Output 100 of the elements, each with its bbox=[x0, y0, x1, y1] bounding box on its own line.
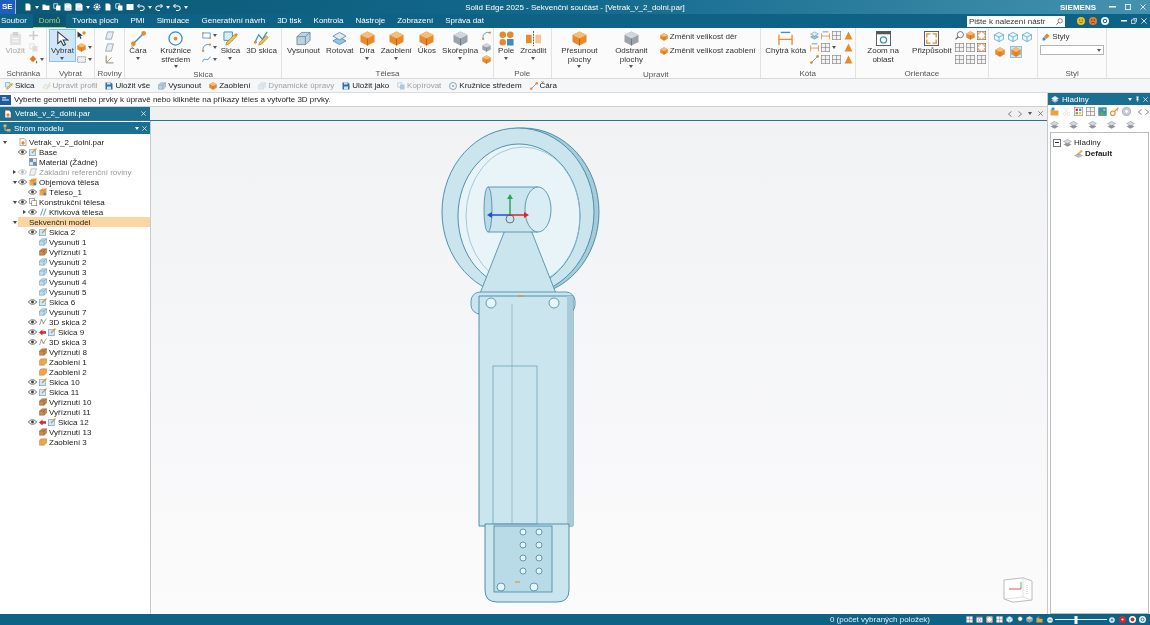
document-icon[interactable] bbox=[23, 3, 32, 11]
alert-icon[interactable] bbox=[1119, 616, 1126, 623]
restore-icon[interactable] bbox=[1131, 18, 1137, 24]
ribbon-button[interactable]: Změnit velikost zaoblení bbox=[657, 45, 758, 56]
layer-item[interactable]: Default bbox=[1085, 149, 1113, 158]
tree-item[interactable]: Vysunutí 5 bbox=[28, 287, 150, 297]
copy-icon[interactable] bbox=[114, 3, 123, 11]
ribbon-button[interactable]: Zaoblení bbox=[378, 29, 415, 62]
eye-icon[interactable] bbox=[28, 319, 37, 325]
shading-button[interactable] bbox=[1010, 46, 1023, 58]
gear-icon[interactable] bbox=[92, 3, 101, 11]
tree-item[interactable]: 3D skica 3 bbox=[28, 337, 150, 347]
tree-item[interactable]: Vyříznutí 13 bbox=[28, 427, 150, 437]
tree-item[interactable]: Vyříznutí 8 bbox=[28, 347, 150, 357]
toolbar-button[interactable]: Čára bbox=[527, 80, 559, 91]
document-tab[interactable]: Vetrak_v_2_dolni.par bbox=[0, 107, 150, 120]
ribbon-button[interactable]: Skořepina bbox=[439, 29, 481, 62]
ribbon-button[interactable]: Čára bbox=[126, 29, 150, 62]
grid-icon[interactable] bbox=[831, 55, 841, 64]
cube-outline-icon[interactable] bbox=[1006, 616, 1013, 623]
grid-icon[interactable] bbox=[966, 55, 976, 64]
tree-item[interactable]: Sekvenční model bbox=[18, 217, 150, 227]
menu-tab[interactable]: PMI bbox=[124, 14, 151, 28]
tree-item[interactable]: Těleso_1 bbox=[28, 187, 150, 197]
toolbar-button[interactable]: Skica bbox=[3, 80, 37, 91]
toolbar-button[interactable]: Vysunout bbox=[156, 80, 204, 91]
layer-item[interactable]: Hladiny bbox=[1074, 138, 1101, 147]
tree-item[interactable]: Zaoblení 1 bbox=[28, 357, 150, 367]
help-icon[interactable] bbox=[1139, 616, 1146, 623]
eye-icon[interactable] bbox=[28, 209, 37, 215]
arc-icon[interactable] bbox=[202, 43, 212, 52]
dashed-rectangle-icon[interactable] bbox=[77, 55, 87, 64]
cursor-icon[interactable] bbox=[77, 31, 87, 40]
tree-item[interactable]: Skica 2 bbox=[28, 227, 150, 237]
magnifier-icon[interactable] bbox=[1016, 616, 1023, 623]
dimension-icon[interactable] bbox=[809, 43, 819, 52]
copy-icon[interactable] bbox=[52, 3, 61, 11]
ribbon-button[interactable]: Zoom na oblast bbox=[857, 29, 909, 66]
eye-icon[interactable] bbox=[28, 389, 37, 395]
collapse-box-icon[interactable] bbox=[1053, 138, 1061, 147]
grid-icon[interactable] bbox=[955, 43, 965, 52]
eye-icon[interactable] bbox=[18, 179, 27, 185]
picture-icon[interactable] bbox=[1098, 107, 1107, 116]
ribbon-button[interactable]: Vysunout bbox=[284, 29, 323, 58]
ribbon-button[interactable]: Chytrá kóta bbox=[762, 29, 809, 58]
folder-icon[interactable] bbox=[1050, 107, 1059, 116]
pin-icon[interactable] bbox=[1135, 96, 1140, 102]
minimize-icon[interactable] bbox=[1121, 20, 1127, 22]
tree-item[interactable]: Vysunutí 4 bbox=[28, 277, 150, 287]
folder-icon[interactable] bbox=[1036, 616, 1043, 623]
eye-icon[interactable] bbox=[28, 339, 37, 345]
eye-icon[interactable] bbox=[28, 189, 37, 195]
toolbar-button[interactable]: Uložit vše bbox=[103, 80, 153, 91]
layer-icon[interactable] bbox=[1126, 120, 1135, 129]
key-icon[interactable] bbox=[1110, 107, 1119, 116]
stacked-sheets-icon[interactable] bbox=[809, 31, 819, 40]
ribbon-button[interactable]: Vybrat bbox=[48, 29, 77, 62]
tree-item[interactable]: Vetrak_v_2_dolni.par bbox=[8, 137, 150, 147]
grid-icon[interactable] bbox=[966, 43, 976, 52]
tree-item[interactable]: Vysunutí 2 bbox=[28, 257, 150, 267]
curve-icon[interactable] bbox=[202, 55, 212, 64]
magnifier-window-icon[interactable] bbox=[976, 616, 983, 623]
minimize-icon[interactable] bbox=[1109, 6, 1116, 8]
tree-item[interactable]: Skica 12 bbox=[28, 417, 150, 427]
folder-icon[interactable] bbox=[41, 3, 50, 11]
disc-icon[interactable] bbox=[1122, 107, 1131, 116]
axes-icon[interactable] bbox=[105, 55, 115, 64]
style-dropdown[interactable] bbox=[1040, 45, 1105, 55]
grid-icon[interactable] bbox=[820, 43, 830, 52]
ribbon-button[interactable]: Pole bbox=[495, 29, 517, 62]
layer-icon[interactable] bbox=[1050, 120, 1059, 129]
layer-icon[interactable] bbox=[1107, 120, 1116, 129]
help-icon[interactable] bbox=[1101, 17, 1109, 25]
maximize-icon[interactable] bbox=[1125, 4, 1131, 10]
toolbar-button[interactable]: Zaoblení bbox=[207, 80, 253, 91]
menu-tab[interactable]: Správa dat bbox=[439, 14, 490, 28]
ribbon-button[interactable]: Kružnice středem bbox=[150, 29, 202, 70]
cube-icon[interactable] bbox=[1026, 616, 1033, 623]
menu-tab[interactable]: Kontrola bbox=[307, 14, 350, 28]
tree-item[interactable]: Materiál (Žádné) bbox=[18, 157, 150, 167]
tree-item[interactable]: Vysunutí 3 bbox=[28, 267, 150, 277]
menu-tab[interactable]: Generativní návrh bbox=[195, 14, 272, 28]
arc-icon[interactable] bbox=[481, 31, 491, 40]
expand-arrow-icon[interactable] bbox=[23, 210, 26, 214]
tree-item[interactable]: Konstrukční tělesa bbox=[18, 197, 150, 207]
grid-icon[interactable] bbox=[831, 31, 841, 40]
expand-arrow-icon[interactable] bbox=[12, 200, 17, 204]
view-cube-icon[interactable] bbox=[1003, 577, 1033, 603]
eye-icon[interactable] bbox=[28, 299, 37, 305]
tree-item[interactable]: Vyříznutí 10 bbox=[28, 397, 150, 407]
eye-icon[interactable] bbox=[28, 229, 37, 235]
zoom-slider[interactable] bbox=[1055, 615, 1107, 624]
expand-arrow-icon[interactable] bbox=[13, 170, 16, 174]
search-icon[interactable] bbox=[1056, 17, 1063, 25]
menu-tab[interactable]: 3D tisk bbox=[271, 14, 308, 28]
rectangle-icon[interactable] bbox=[202, 31, 212, 40]
record-icon[interactable] bbox=[1129, 616, 1136, 623]
ribbon-button[interactable]: Díra bbox=[357, 29, 378, 62]
ribbon-button[interactable]: Změnit velikost děr bbox=[657, 31, 758, 42]
ribbon-button[interactable]: Rotovat bbox=[323, 29, 357, 58]
